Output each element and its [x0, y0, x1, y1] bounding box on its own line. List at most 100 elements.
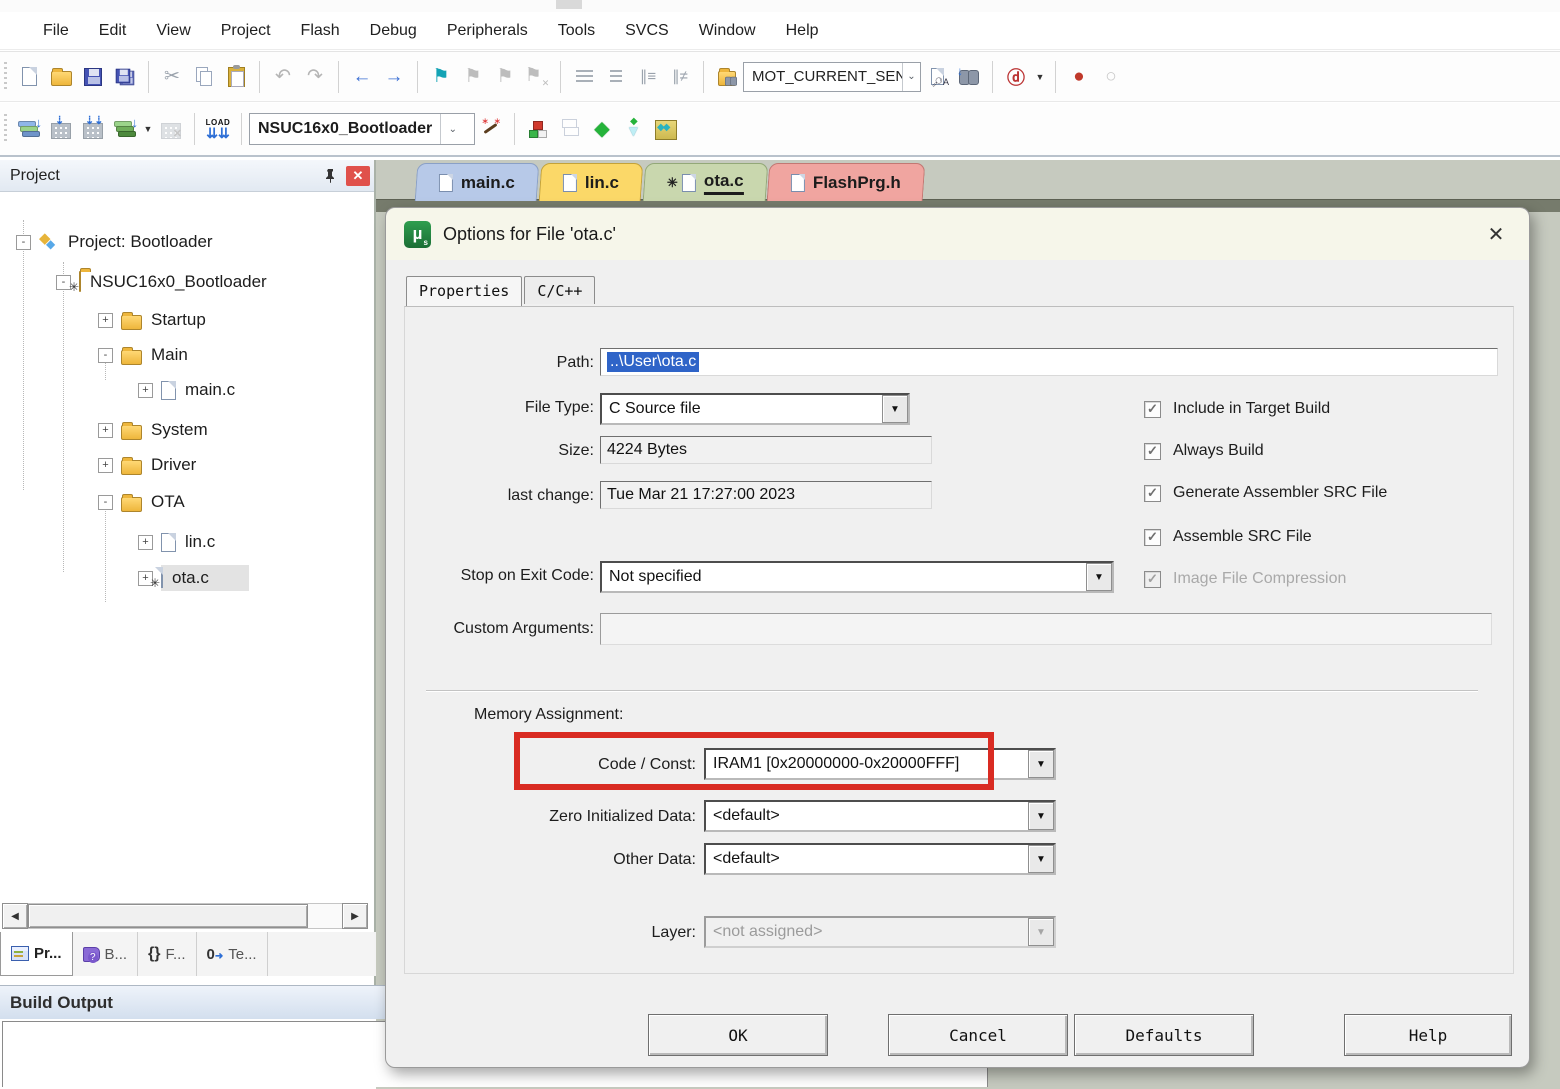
rebuild-icon[interactable]: ⇣⇣ [77, 112, 109, 146]
select-software-packs-icon[interactable] [618, 112, 650, 146]
translate-icon[interactable]: ↓ [13, 112, 45, 146]
uncomment-icon[interactable]: ∥≠ [664, 60, 696, 94]
collapse-icon[interactable]: - [16, 235, 31, 250]
tree-item-startup[interactable]: + Startup [98, 302, 206, 338]
menu-peripherals[interactable]: Peripherals [432, 16, 543, 46]
find-next-icon[interactable]: 🔎︎A [921, 60, 953, 94]
new-file-icon[interactable] [13, 60, 45, 94]
expand-icon[interactable]: + [138, 535, 153, 550]
comment-icon[interactable]: ∥≡ [632, 60, 664, 94]
navigate-forward-icon[interactable]: → [378, 60, 410, 94]
expand-icon[interactable]: + [98, 313, 113, 328]
tree-item-system[interactable]: + System [98, 412, 208, 448]
load-icon[interactable]: LOAD⇊⇊ [202, 112, 234, 146]
find-in-files-icon[interactable] [711, 60, 743, 94]
expand-icon[interactable]: + [98, 423, 113, 438]
enable-breakpoint-icon[interactable]: ○ [1095, 60, 1127, 94]
insert-bookmark-icon[interactable]: ⚑ [425, 60, 457, 94]
scrollbar-track[interactable] [28, 903, 342, 929]
stop-on-exit-combo[interactable]: Not specified ▼ [600, 561, 1114, 593]
scroll-right-icon[interactable]: ▶ [342, 903, 368, 929]
tree-item-project-root[interactable]: - Project: Bootloader [16, 224, 213, 260]
stop-on-exit-dropdown-icon[interactable]: ▼ [1086, 563, 1112, 591]
tree-item-driver[interactable]: + Driver [98, 447, 196, 483]
tree-horizontal-scrollbar[interactable]: ◀ ▶ [2, 902, 368, 930]
target-selector[interactable]: NSUC16x0_Bootloader ⌄ [249, 113, 475, 145]
editor-tab-main-c[interactable]: main.c [415, 163, 540, 201]
undo-icon[interactable]: ↶ [267, 60, 299, 94]
build-icon[interactable]: ⇣ [45, 112, 77, 146]
dialog-titlebar[interactable]: µs Options for File 'ota.c' ✕ [386, 208, 1529, 260]
path-field[interactable]: ..\User\ota.c [600, 348, 1498, 376]
close-panel-icon[interactable]: ✕ [346, 166, 370, 186]
menu-file[interactable]: File [28, 16, 84, 46]
scroll-left-icon[interactable]: ◀ [2, 903, 28, 929]
menu-debug[interactable]: Debug [355, 16, 432, 46]
target-selector-value[interactable]: NSUC16x0_Bootloader [250, 120, 440, 138]
tree-item-lin-c[interactable]: + lin.c [138, 524, 215, 560]
toolbar-grip-2[interactable] [4, 114, 7, 144]
tab-functions[interactable]: {} F... [138, 932, 196, 976]
menu-tools[interactable]: Tools [543, 16, 610, 46]
options-for-target-icon[interactable] [475, 112, 507, 146]
batch-build-dropdown-icon[interactable]: ▼ [141, 112, 155, 146]
collapse-icon[interactable]: - [98, 348, 113, 363]
other-data-combo[interactable]: <default> ▼ [704, 843, 1056, 875]
toolbar-grip[interactable] [4, 62, 7, 92]
redo-icon[interactable]: ↷ [299, 60, 331, 94]
outdent-icon[interactable] [600, 60, 632, 94]
manage-components-icon[interactable] [522, 112, 554, 146]
clear-bookmarks-icon[interactable]: ⚑✕ [521, 60, 553, 94]
pin-icon[interactable] [320, 166, 340, 186]
cancel-button[interactable]: Cancel [888, 1014, 1068, 1056]
next-bookmark-icon[interactable]: ⚑ [489, 60, 521, 94]
checkbox-icon[interactable]: ✓ [1144, 529, 1161, 546]
save-all-icon[interactable] [109, 60, 141, 94]
copy-windows-icon[interactable] [554, 112, 586, 146]
menu-svcs[interactable]: SVCS [610, 16, 684, 46]
checkbox-assemble-src-file[interactable]: ✓ Assemble SRC File [1144, 528, 1312, 546]
search-box[interactable]: MOT_CURRENT_SENSE_L ⌄ [743, 62, 921, 92]
checkbox-always-build[interactable]: ✓ Always Build [1144, 442, 1264, 460]
tab-c-cpp[interactable]: C/C++ [524, 276, 595, 304]
defaults-button[interactable]: Defaults [1074, 1014, 1254, 1056]
incremental-find-icon[interactable]: ↓ [953, 60, 985, 94]
tab-books[interactable]: B... [73, 932, 139, 976]
other-data-dropdown-icon[interactable]: ▼ [1028, 845, 1054, 873]
editor-tab-lin-c[interactable]: lin.c [539, 163, 644, 201]
paste-icon[interactable] [220, 60, 252, 94]
editor-tab-flashprg-h[interactable]: FlashPrg.h [767, 163, 926, 201]
expand-icon[interactable]: + [98, 458, 113, 473]
help-button[interactable]: Help [1344, 1014, 1512, 1056]
dialog-close-icon[interactable]: ✕ [1481, 219, 1511, 249]
d-lookup-dropdown-icon[interactable]: ▼ [1032, 60, 1048, 94]
tab-project[interactable]: Pr... [0, 932, 73, 976]
tab-properties[interactable]: Properties [406, 276, 522, 306]
stop-build-icon[interactable]: ✕ [155, 112, 187, 146]
checkbox-icon[interactable]: ✓ [1144, 443, 1161, 460]
navigate-back-icon[interactable]: ← [346, 60, 378, 94]
open-file-icon[interactable] [45, 60, 77, 94]
ok-button[interactable]: OK [648, 1014, 828, 1056]
menu-view[interactable]: View [141, 16, 205, 46]
menu-project[interactable]: Project [206, 16, 286, 46]
checkbox-icon[interactable]: ✓ [1144, 485, 1161, 502]
file-type-dropdown-icon[interactable]: ▼ [882, 395, 908, 423]
search-box-dropdown-icon[interactable]: ⌄ [902, 63, 920, 91]
collapse-icon[interactable]: - [98, 495, 113, 510]
d-lookup-icon[interactable]: ⓓ [1000, 60, 1032, 94]
checkbox-generate-assembler-src[interactable]: ✓ Generate Assembler SRC File [1144, 484, 1387, 502]
run-time-environment-icon[interactable]: ◆ [586, 112, 618, 146]
indent-icon[interactable] [568, 60, 600, 94]
tree-item-ota-c-selected[interactable]: + ✳ ota.c [138, 560, 249, 596]
menu-window[interactable]: Window [684, 16, 771, 46]
editor-tab-ota-c[interactable]: ✳ ota.c [643, 163, 768, 201]
search-box-value[interactable]: MOT_CURRENT_SENSE_L [744, 68, 902, 85]
expand-icon[interactable]: + [138, 383, 153, 398]
pack-installer-icon[interactable] [650, 112, 682, 146]
zero-init-combo[interactable]: <default> ▼ [704, 800, 1056, 832]
tree-item-main-group[interactable]: - Main [98, 337, 188, 373]
target-selector-dropdown-icon[interactable]: ⌄ [440, 114, 464, 144]
scrollbar-thumb[interactable] [28, 904, 308, 928]
batch-build-icon[interactable]: ↓ [109, 112, 141, 146]
